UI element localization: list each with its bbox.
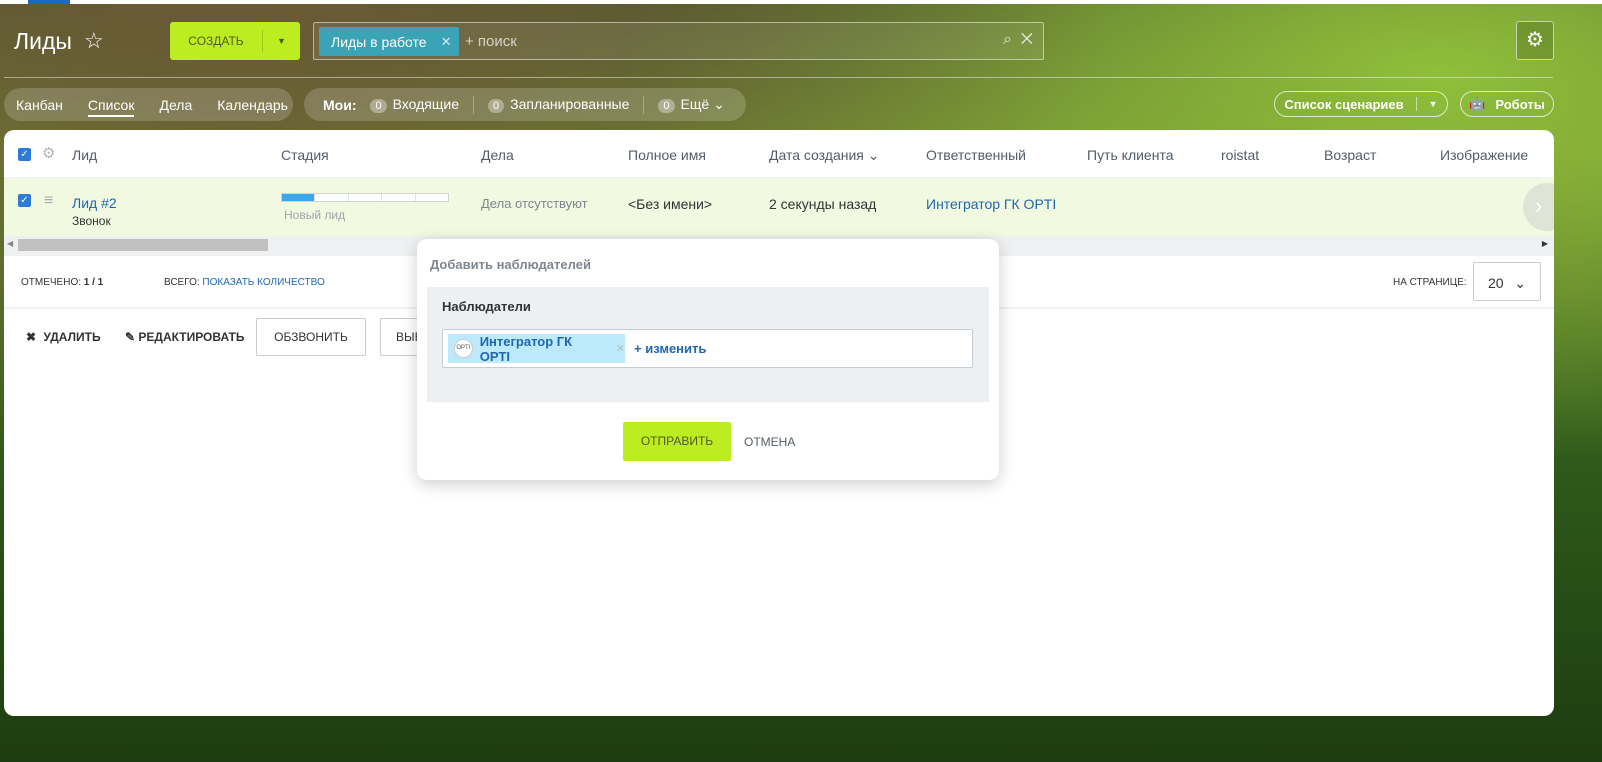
my-label: Мои: (323, 96, 357, 113)
col-roistat[interactable]: roistat (1221, 147, 1259, 163)
col-image[interactable]: Изображение (1440, 147, 1528, 163)
per-page-select[interactable]: 20 ⌄ (1473, 262, 1541, 301)
col-lead[interactable]: Лид (72, 147, 97, 163)
tab-calendar[interactable]: Календарь (217, 97, 288, 113)
col-client-path[interactable]: Путь клиента (1087, 147, 1174, 163)
counter-incoming[interactable]: 0 Входящие (370, 96, 459, 113)
popup-title: Добавить наблюдателей (430, 257, 591, 272)
observers-input[interactable]: OPTI Интегратор ГК OPTI ✕ + изменить (442, 329, 973, 368)
scroll-right-icon[interactable]: › (1523, 183, 1554, 231)
created-value: 2 секунды назад (769, 196, 877, 212)
caret-down-icon[interactable]: ▼ (1429, 99, 1438, 109)
caret-down-icon[interactable]: ▼ (263, 36, 300, 46)
clear-icon[interactable]: ✕ (1021, 31, 1033, 48)
add-observers-popup: Добавить наблюдателей Наблюдатели OPTI И… (417, 239, 999, 480)
table-row[interactable]: ✓ ≡ Лид #2 Звонок Новый лид Дела отсутст… (4, 178, 1554, 236)
change-link[interactable]: + изменить (634, 341, 706, 356)
full-name-value: <Без имени> (628, 196, 713, 212)
col-age[interactable]: Возраст (1324, 147, 1376, 163)
observer-chip[interactable]: OPTI Интегратор ГК OPTI ✕ (448, 333, 625, 364)
activities-value: Дела отсутствуют (481, 196, 588, 211)
delete-button[interactable]: ✖ УДАЛИТЬ (26, 330, 101, 344)
scrollbar-thumb[interactable] (18, 239, 268, 251)
show-count-link[interactable]: ПОКАЗАТЬ КОЛИЧЕСТВО (202, 277, 324, 288)
search-placeholder: + поиск (465, 33, 517, 50)
total-count: ВСЕГО: ПОКАЗАТЬ КОЛИЧЕСТВО (164, 277, 325, 288)
per-page-label: НА СТРАНИЦЕ: (1393, 277, 1467, 288)
col-stage[interactable]: Стадия (281, 147, 329, 163)
tab-activities[interactable]: Дела (159, 97, 192, 113)
select-all-checkbox[interactable]: ✓ (18, 148, 31, 161)
create-button[interactable]: СОЗДАТЬ ▼ (170, 22, 300, 60)
search-icon[interactable]: ⌕ (1003, 31, 1012, 48)
drag-handle-icon[interactable]: ≡ (44, 192, 53, 210)
cancel-button[interactable]: ОТМЕНА (744, 435, 795, 449)
create-label: СОЗДАТЬ (188, 34, 244, 48)
filter-tag-label: Лиды в работе (331, 33, 427, 50)
scenarios-label: Список сценариев (1284, 96, 1404, 112)
browser-strip (0, 0, 1602, 4)
avatar: OPTI (454, 339, 473, 358)
close-icon[interactable]: ✕ (441, 34, 452, 50)
filter-tag[interactable]: Лиды в работе ✕ (319, 27, 459, 56)
view-switcher: Канбан Список Дела Календарь (4, 88, 293, 121)
observers-label: Наблюдатели (442, 299, 531, 314)
responsible-link[interactable]: Интегратор ГК OPTI (926, 196, 1056, 212)
tab-list[interactable]: Список (87, 97, 135, 117)
star-icon[interactable]: ☆ (84, 28, 104, 54)
lead-link[interactable]: Лид #2 (72, 195, 117, 211)
counter-planned[interactable]: 0 Запланированные (488, 96, 629, 113)
counter-more[interactable]: 0 Ещё ⌄ (658, 96, 725, 113)
stage-label: Новый лид (284, 208, 346, 222)
col-full-name[interactable]: Полное имя (628, 147, 706, 163)
send-button[interactable]: ОТПРАВИТЬ (623, 422, 731, 461)
divider (4, 77, 1553, 78)
settings-gear-button[interactable]: ⚙ (1516, 21, 1554, 60)
page-title: Лиды (14, 28, 72, 54)
lead-source: Звонок (72, 214, 111, 228)
checked-count: ОТМЕЧЕНО: 1 / 1 (21, 277, 104, 288)
robot-icon: 🤖 (1469, 96, 1486, 111)
col-created[interactable]: Дата создания ⌄ (769, 147, 880, 164)
row-checkbox[interactable]: ✓ (18, 194, 31, 207)
edit-button[interactable]: ✎ РЕДАКТИРОВАТЬ (125, 330, 244, 344)
remove-icon[interactable]: ✕ (616, 342, 625, 355)
stage-progress[interactable] (281, 193, 449, 202)
robots-button[interactable]: 🤖 Роботы (1460, 91, 1554, 117)
search-input[interactable]: Лиды в работе ✕ + поиск ⌕ ✕ (313, 22, 1044, 60)
robots-label: Роботы (1495, 96, 1545, 112)
chevron-down-icon: ⌄ (1514, 275, 1526, 291)
observer-name: Интегратор ГК OPTI (479, 333, 573, 364)
my-counters: Мои: 0 Входящие 0 Запланированные 0 Ещё ⌄ (304, 88, 746, 121)
call-button[interactable]: ОБЗВОНИТЬ (256, 318, 366, 356)
tab-kanban[interactable]: Канбан (16, 97, 63, 113)
col-responsible[interactable]: Ответственный (926, 147, 1026, 163)
col-activities[interactable]: Дела (481, 147, 514, 163)
gear-icon[interactable]: ⚙ (42, 144, 55, 162)
scenarios-button[interactable]: Список сценариев ▼ (1274, 91, 1448, 117)
observers-section: Наблюдатели OPTI Интегратор ГК OPTI ✕ + … (427, 287, 989, 402)
